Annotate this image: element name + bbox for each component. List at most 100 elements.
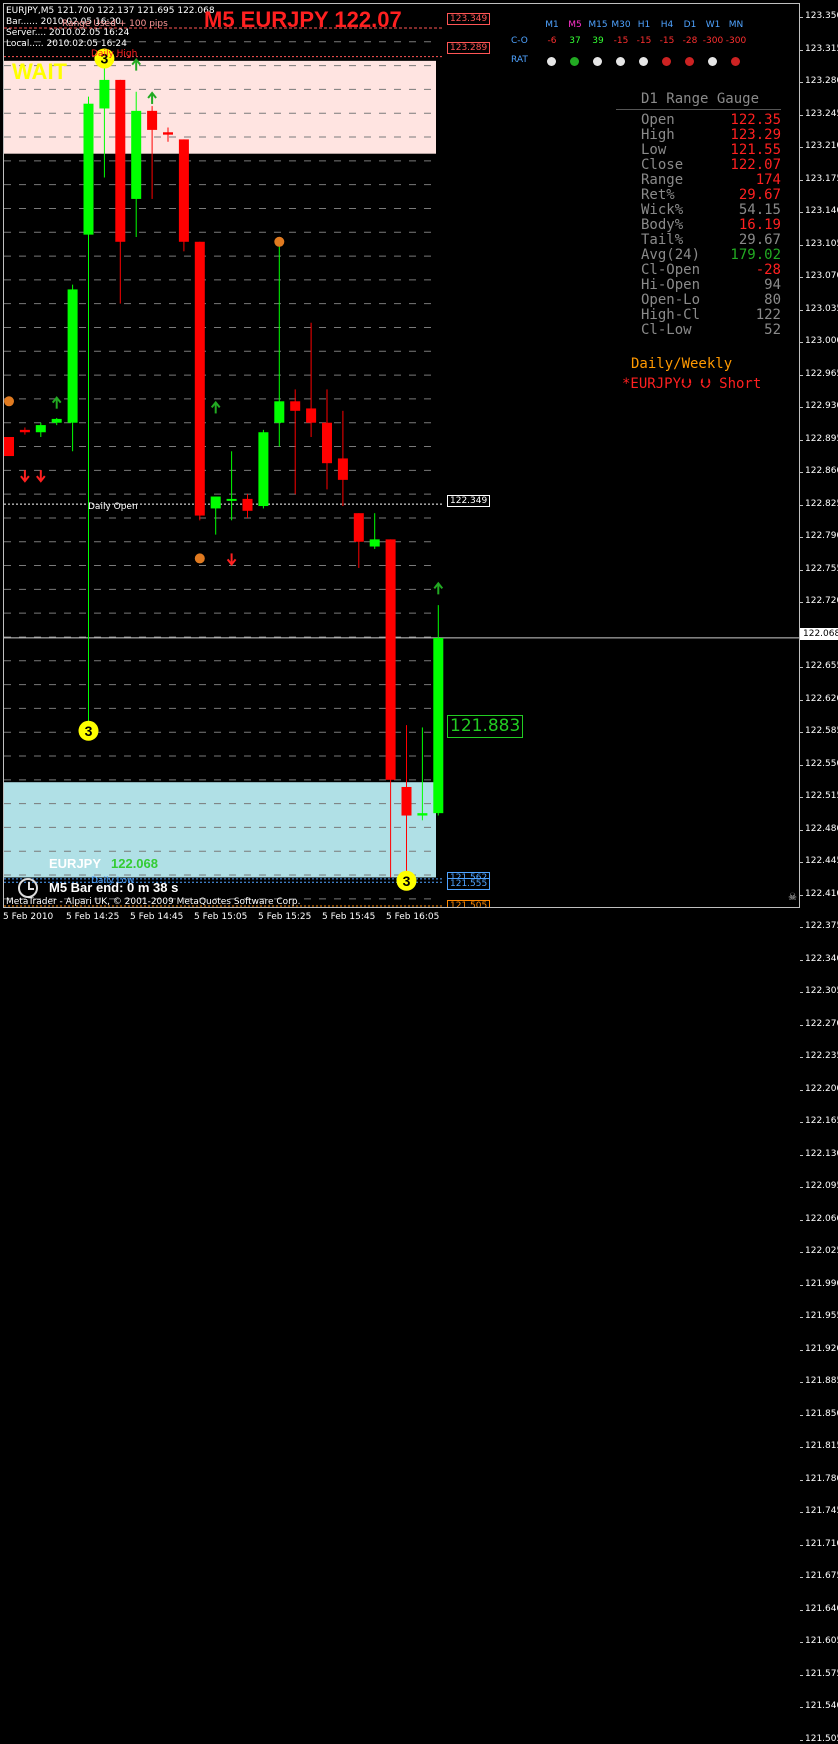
price-tick-label: 121.745: [805, 1506, 838, 1516]
price-tick: [800, 1284, 803, 1286]
gauge-label: Hi-Open: [641, 277, 701, 293]
price-tick: [800, 1642, 803, 1643]
price-tick-label: 123.175: [805, 173, 838, 184]
symbol-price: 122.068: [111, 856, 158, 871]
gauge-row: Tail% 29.67: [641, 233, 781, 248]
price-tick: [800, 82, 803, 83]
price-tick: [800, 1479, 803, 1481]
time-tick-label: 5 Feb 15:45: [322, 912, 376, 922]
gauge-row: Open 122.35: [641, 113, 781, 128]
gauge-label: Close: [641, 157, 684, 173]
price-tick: [800, 147, 803, 148]
price-tick: [800, 439, 803, 441]
price-tick-label: 122.235: [805, 1051, 838, 1061]
bull-candle: [83, 103, 94, 235]
bull-candle: [210, 496, 221, 509]
tf-header-d1: D1: [683, 20, 697, 30]
gauge-label: Range: [641, 172, 684, 188]
price-tick-label: 123.245: [805, 108, 838, 119]
tf-value-m15: 39: [592, 36, 604, 46]
gauge-label: Tail%: [641, 232, 684, 248]
price-tick-label: 121.640: [805, 1603, 838, 1614]
tf-value-mn: -300: [725, 36, 747, 46]
price-tick-label: 122.515: [805, 791, 838, 801]
rating-dot-icon: [547, 57, 556, 66]
plot-area[interactable]: 333 EURJPY,M5 121.700 122.137 121.695 12…: [3, 3, 800, 908]
tf-header-m30: M30: [611, 20, 631, 30]
level-tag-daily-open: 122.349: [447, 495, 491, 507]
price-tick: [800, 1349, 803, 1351]
time-axis[interactable]: 5 Feb 2010 5 Feb 14:25 5 Feb 14:45 5 Feb 15…: [0, 909, 838, 926]
price-tick-label: 121.955: [805, 1311, 838, 1321]
gauge-value: 80: [764, 292, 781, 308]
gauge-label: Avg(24): [641, 247, 701, 263]
tf-header-w1: W1: [705, 20, 721, 30]
price-tick-label: 122.720: [805, 596, 838, 606]
skull-icon: ☠: [788, 892, 797, 903]
down-arrow-icon: [36, 470, 46, 483]
row-label-rat: RAT: [511, 55, 528, 65]
gauge-label: Body%: [641, 217, 684, 233]
price-tick-label: 123.140: [805, 206, 838, 216]
daily-weekly-signal: *EURJPY⮋ ⮋ Short: [622, 376, 762, 392]
tf-value-m5: 37: [569, 36, 581, 46]
time-tick-label: 5 Feb 15:05: [194, 912, 248, 922]
tf-value-d1: -28: [682, 36, 698, 46]
price-tick: [800, 602, 803, 603]
gauge-label: Open: [641, 112, 675, 128]
rating-dot-icon: [685, 57, 694, 66]
swing-marker: [4, 396, 14, 407]
bar-timer: M5 Bar end: 0 m 38 s: [49, 880, 179, 895]
bear-candle: [401, 786, 412, 816]
chart-big-title: M5 EURJPY 122.07: [204, 7, 402, 32]
price-tick-label: 122.655: [805, 661, 838, 671]
time-tick-label: 5 Feb 16:05: [386, 912, 440, 922]
price-tick: [800, 374, 803, 376]
gauge-value: -28: [755, 262, 781, 278]
swing-marker: [194, 553, 205, 564]
price-tick: [800, 894, 803, 896]
gauge-value: 29.67: [738, 232, 781, 248]
chart-window[interactable]: 333 EURJPY,M5 121.700 122.137 121.695 12…: [0, 0, 838, 1744]
price-tick-label: 122.825: [805, 498, 838, 509]
gauge-row: Cl-Low 52: [641, 323, 781, 338]
symbol-label: EURJPY: [49, 856, 102, 871]
gauge-label: Ret%: [641, 187, 675, 203]
tf-header-h4: H4: [660, 20, 674, 30]
price-tick-label: 122.270: [805, 1018, 838, 1029]
price-tick-label: 121.780: [805, 1473, 838, 1484]
price-tick: [800, 1447, 803, 1448]
price-tick: [800, 407, 803, 408]
rating-dot-icon: [731, 57, 740, 66]
tf-header-h1: H1: [637, 20, 651, 30]
price-tick-label: 121.710: [805, 1538, 838, 1549]
bear-candle: [4, 437, 14, 457]
price-axis[interactable]: 123.350 123.315 123.280 123.245 123.210 123.1…: [800, 0, 838, 1744]
price-tick-label: 122.410: [805, 888, 838, 899]
price-tick-label: 121.540: [805, 1701, 838, 1711]
price-tick: [800, 537, 803, 538]
gauge-value: 94: [764, 277, 781, 293]
rating-dot-icon: [639, 57, 648, 66]
price-tick-label: 122.095: [805, 1181, 838, 1191]
price-tick-label: 121.990: [805, 1278, 838, 1289]
bull-candle: [369, 539, 380, 547]
price-tick: [800, 1707, 803, 1708]
time-tick-label: 5 Feb 14:45: [130, 912, 184, 922]
price-tick-label: 122.755: [805, 563, 838, 574]
level-tag-range-low-2: 121.555: [447, 878, 491, 890]
price-tick: [800, 1317, 803, 1318]
price-tick: [800, 1382, 803, 1383]
gauge-label: Wick%: [641, 202, 684, 218]
price-tick: [800, 699, 803, 701]
rating-dot-icon: [616, 57, 625, 66]
price-tick: [800, 504, 803, 506]
price-tick-label: 123.280: [805, 76, 838, 86]
level-tag-range-high: 123.349: [447, 13, 491, 25]
price-tick: [800, 49, 803, 51]
gauge-value: 123.29: [730, 127, 781, 143]
price-tick-label: 121.605: [805, 1636, 838, 1646]
price-tick: [800, 1252, 803, 1253]
wait-label: WAIT: [12, 59, 67, 84]
price-tick: [800, 1739, 803, 1741]
